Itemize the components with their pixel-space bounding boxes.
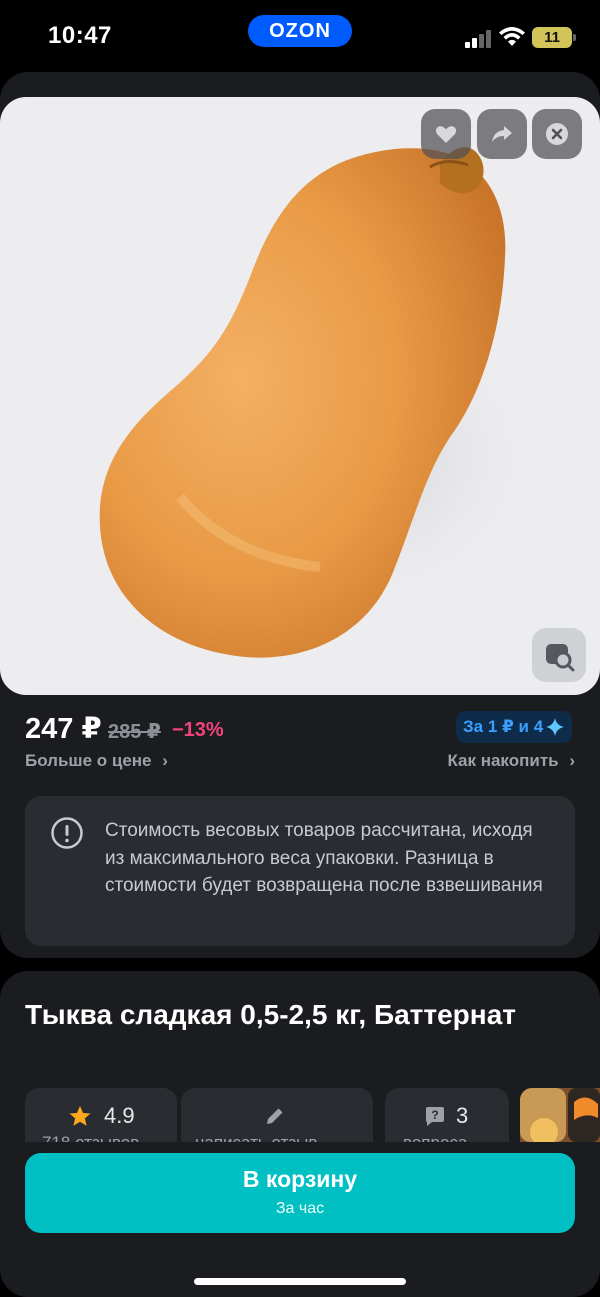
more-about-price-link[interactable]: Больше о цене › [25, 751, 168, 771]
product-photo[interactable] [0, 97, 600, 695]
close-button[interactable] [532, 109, 582, 159]
notice-text: Стоимость весовых товаров рассчитана, ис… [105, 820, 543, 896]
questions-chip[interactable]: ? 3 вопроса [385, 1088, 509, 1142]
home-indicator[interactable] [194, 1278, 406, 1285]
share-icon [492, 126, 512, 142]
questions-label: вопроса [403, 1133, 467, 1142]
discount-badge: −13% [172, 719, 224, 741]
status-bar: 10:47 OZON 11 [0, 0, 600, 72]
product-title: Тыква сладкая 0,5-2,5 кг, Баттернат [25, 999, 516, 1030]
butternut-squash-image [99, 147, 560, 658]
add-to-cart-label: В корзину [242, 1166, 358, 1192]
points-badge[interactable]: За 1 ₽ и 4 [456, 711, 573, 743]
favorite-button[interactable] [421, 109, 471, 159]
sparkle-icon [546, 718, 565, 736]
rating-value: 4.9 [104, 1103, 135, 1128]
svg-text:?: ? [431, 1108, 438, 1122]
add-to-cart-button[interactable]: В корзину За час [25, 1153, 575, 1233]
write-review-chip[interactable]: написать отзыв [181, 1088, 373, 1142]
share-button[interactable] [477, 109, 527, 159]
info-icon [51, 817, 83, 849]
write-review-label: написать отзыв [195, 1133, 317, 1142]
ozon-logo: OZON [248, 15, 352, 47]
question-icon: ? [426, 1107, 444, 1126]
status-time: 10:47 [48, 22, 112, 49]
close-icon [546, 123, 568, 145]
delivery-time-label: За час [275, 1200, 325, 1217]
current-price: 247 ₽ [25, 713, 102, 745]
visual-search-button[interactable] [532, 628, 586, 682]
heart-icon [435, 126, 457, 143]
how-to-save-link[interactable]: Как накопить › [447, 751, 575, 771]
weight-notice: Стоимость весовых товаров рассчитана, ис… [25, 796, 575, 946]
wifi-icon [499, 27, 525, 46]
chevron-right-icon: › [569, 751, 575, 770]
pencil-icon [267, 1108, 283, 1124]
review-photo-image [520, 1088, 600, 1142]
signal-icon [465, 28, 493, 48]
more-about-price-label: Больше о цене [25, 751, 152, 770]
battery-indicator: 11 [532, 27, 576, 48]
old-price: 285 ₽ [108, 721, 161, 743]
stats-row: 4.9 718 отзывов написать отзыв ? 3 вопро… [25, 1088, 520, 1142]
reviews-count: 718 отзывов [42, 1133, 139, 1142]
points-label: За 1 ₽ и 4 [463, 717, 544, 736]
chevron-right-icon: › [162, 751, 168, 770]
photo-search-icon [546, 644, 575, 672]
review-photo-thumbnail[interactable] [520, 1088, 600, 1142]
how-to-save-label: Как накопить [447, 751, 559, 770]
rating-chip[interactable]: 4.9 718 отзывов [25, 1088, 177, 1142]
questions-count: 3 [456, 1103, 469, 1128]
star-icon [69, 1106, 91, 1126]
